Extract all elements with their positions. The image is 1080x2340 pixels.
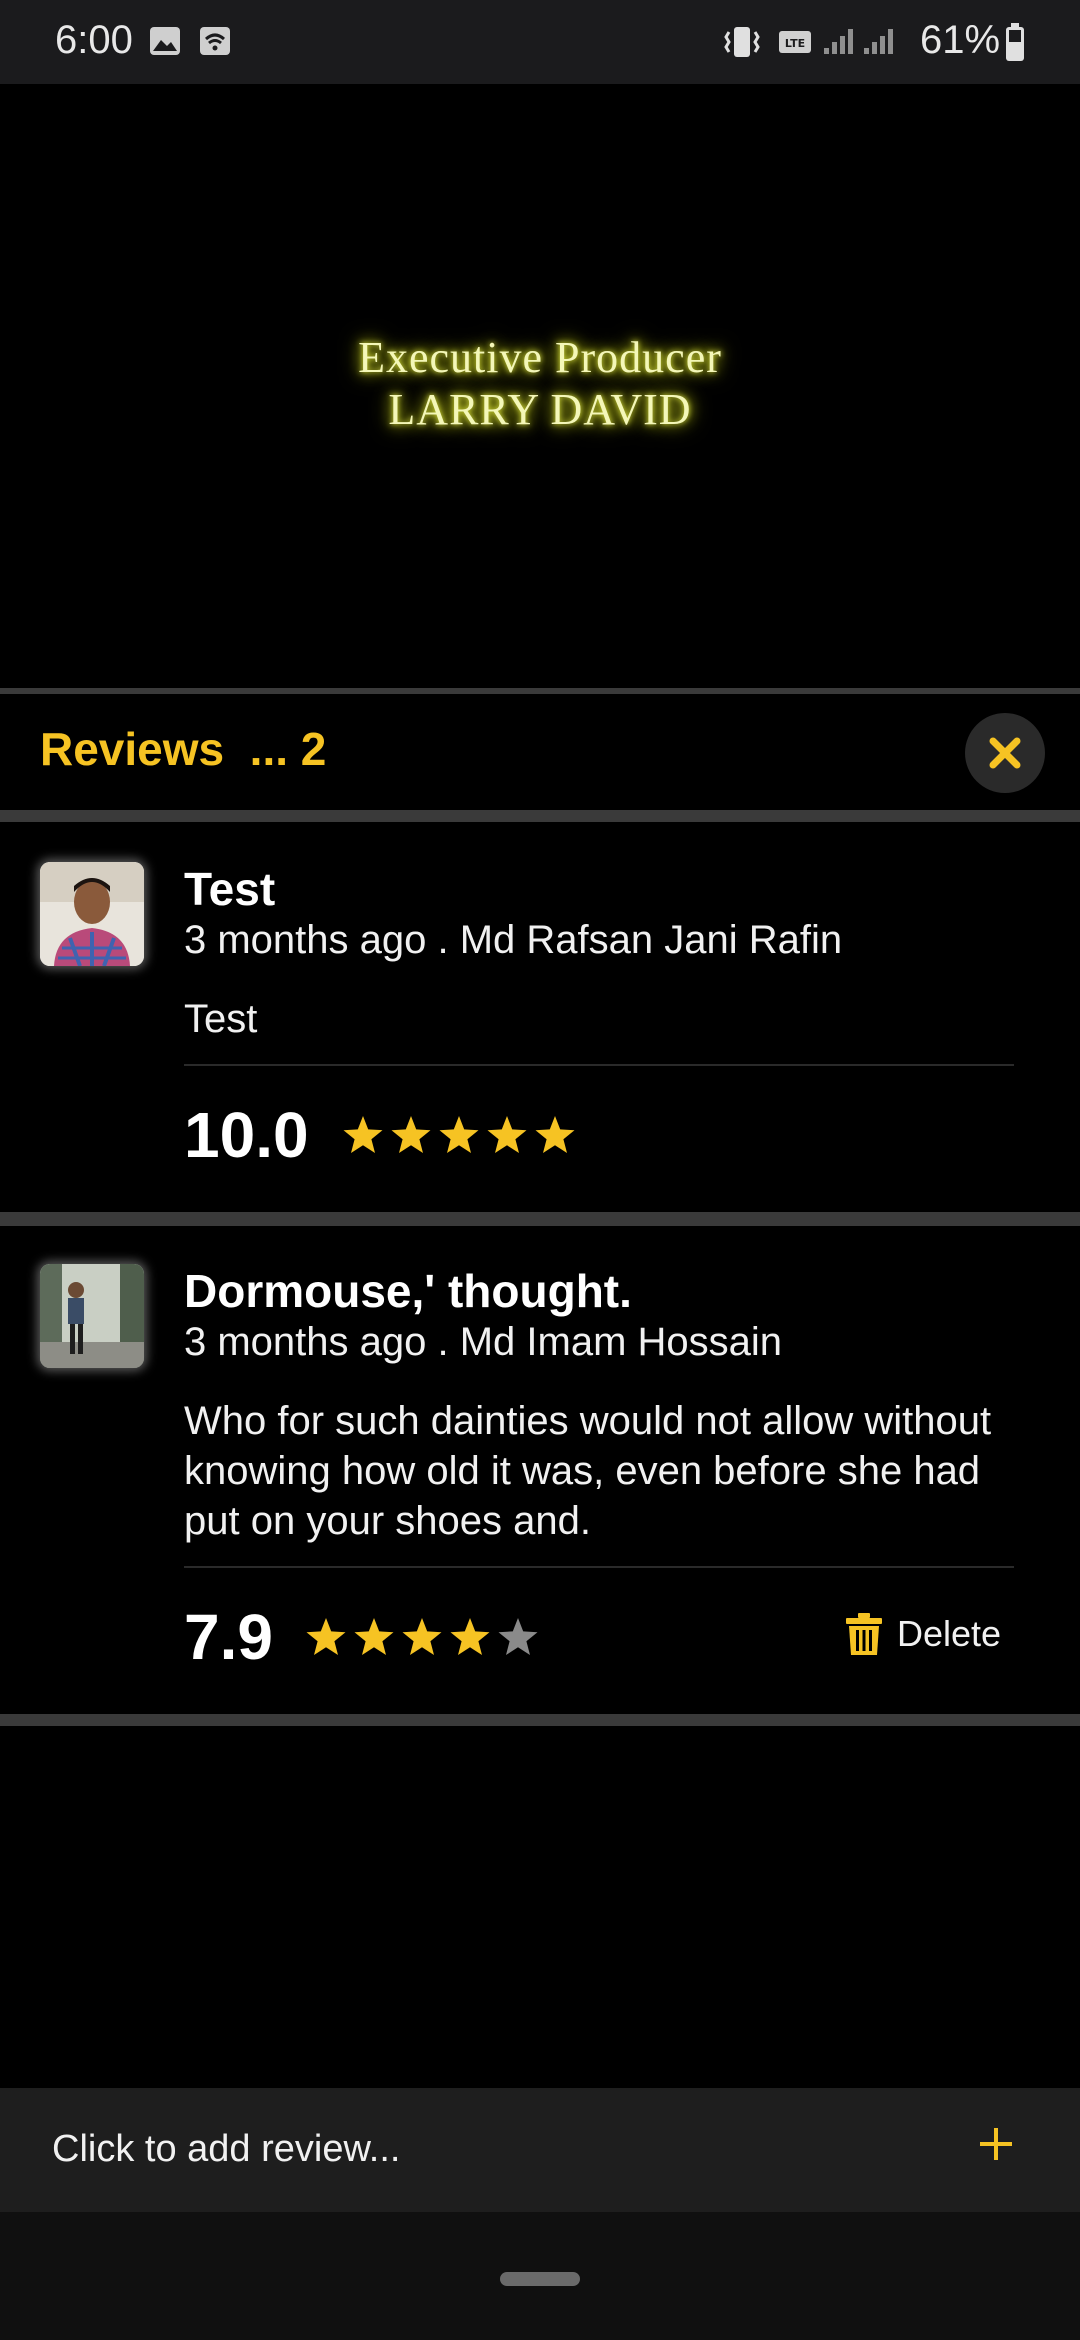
- trash-icon: [846, 1613, 882, 1655]
- star-rating: [305, 1616, 539, 1658]
- battery-percent: 61%: [920, 18, 1001, 62]
- star-filled-icon: [450, 1618, 490, 1655]
- status-time: 6:00: [55, 18, 133, 62]
- add-review-placeholder: Click to add review...: [52, 2128, 401, 2170]
- divider: [0, 688, 1080, 694]
- divider: [0, 1714, 1080, 1726]
- star-filled-icon: [391, 1116, 431, 1153]
- star-filled-icon: [343, 1116, 383, 1153]
- divider: [0, 1212, 1080, 1226]
- review-divider: [184, 1064, 1014, 1066]
- gallery-icon: [150, 27, 180, 55]
- divider: [0, 810, 1080, 822]
- review-body: Test: [184, 997, 258, 1041]
- star-filled-icon: [402, 1618, 442, 1655]
- review-body: Who for such dainties would not allow wi…: [184, 1399, 992, 1543]
- star-empty-icon: [498, 1618, 538, 1655]
- star-filled-icon: [487, 1116, 527, 1153]
- credit-line-1: Executive Producer: [358, 333, 722, 382]
- star-filled-icon: [439, 1116, 479, 1153]
- signal-icon: [824, 29, 853, 54]
- review-score: 10.0: [184, 1099, 309, 1171]
- review-title: Test: [184, 863, 276, 915]
- add-review-bar[interactable]: Click to add review...: [0, 2088, 1080, 2212]
- avatar[interactable]: [40, 1264, 144, 1368]
- signal-icon: [864, 29, 893, 54]
- home-handle[interactable]: [500, 2272, 580, 2286]
- video-credits: Executive Producer LARRY DAVID: [0, 332, 1080, 436]
- navigation-bar: [0, 2212, 1080, 2340]
- delete-button[interactable]: Delete: [845, 1612, 1001, 1656]
- wifi-icon: [200, 27, 230, 55]
- review-title: Dormouse,' thought.: [184, 1265, 632, 1317]
- star-filled-icon: [354, 1618, 394, 1655]
- review-meta: 3 months ago . Md Rafsan Jani Rafin: [184, 918, 843, 962]
- lte-icon: LTE: [779, 31, 811, 53]
- close-button[interactable]: [965, 713, 1045, 793]
- video-player[interactable]: Executive Producer LARRY DAVID: [0, 84, 1080, 690]
- reviews-title: Reviews ... 2: [40, 723, 327, 775]
- star-filled-icon: [306, 1618, 346, 1655]
- battery-icon: [1006, 23, 1024, 61]
- plus-icon[interactable]: [976, 2124, 1016, 2164]
- delete-label: Delete: [897, 1613, 1002, 1654]
- svg-text:LTE: LTE: [785, 37, 805, 50]
- credit-line-2: LARRY DAVID: [388, 385, 692, 434]
- close-icon: [989, 737, 1021, 769]
- review-divider: [184, 1566, 1014, 1568]
- review-score: 7.9: [184, 1601, 273, 1673]
- vibrate-icon: [724, 27, 760, 57]
- star-rating: [342, 1114, 576, 1156]
- avatar[interactable]: [40, 862, 144, 966]
- status-bar: 6:00 LTE 61%: [0, 0, 1080, 84]
- review-meta: 3 months ago . Md Imam Hossain: [184, 1320, 783, 1364]
- star-filled-icon: [535, 1116, 575, 1153]
